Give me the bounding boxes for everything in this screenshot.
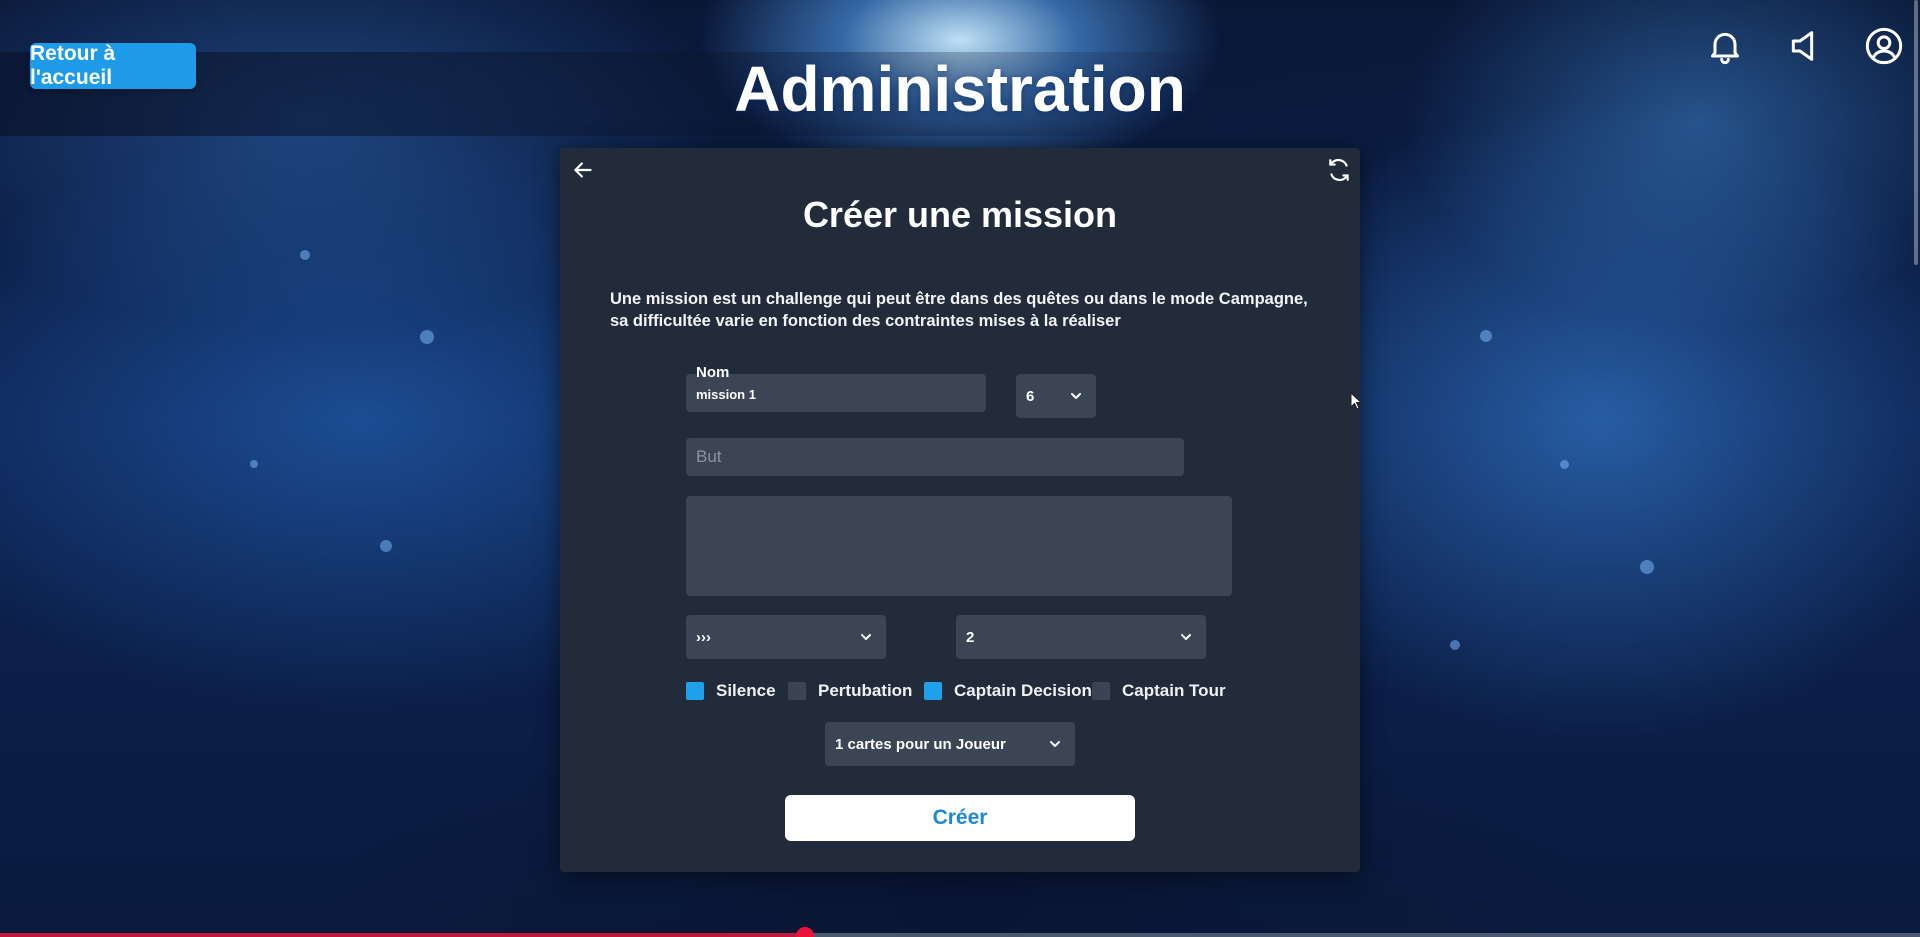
pertubation-label: Pertubation bbox=[818, 681, 913, 700]
create-button[interactable]: Créer bbox=[785, 795, 1135, 841]
create-mission-panel: Créer une mission Une mission est un cha… bbox=[560, 148, 1360, 872]
level-select[interactable]: 6 bbox=[1016, 374, 1096, 418]
silence-checkbox[interactable]: Silence bbox=[686, 681, 776, 701]
mission-description-textarea[interactable] bbox=[686, 496, 1232, 596]
form-description: Une mission est un challenge qui peut êt… bbox=[610, 290, 1308, 330]
chevron-down-icon bbox=[1047, 736, 1063, 752]
captain-tour-label: Captain Tour bbox=[1122, 681, 1226, 700]
checkbox-box[interactable] bbox=[924, 682, 942, 700]
speaker-icon[interactable] bbox=[1785, 26, 1825, 66]
background-speck bbox=[300, 250, 310, 260]
checkbox-box[interactable] bbox=[1092, 682, 1110, 700]
captain-decision-checkbox[interactable]: Captain Decision bbox=[924, 681, 1092, 701]
arrow-left-icon[interactable] bbox=[570, 157, 596, 183]
form-title: Créer une mission bbox=[802, 194, 1118, 235]
page-title: Administration bbox=[734, 53, 1186, 125]
captain-decision-label: Captain Decision bbox=[954, 681, 1092, 700]
cards-select[interactable]: 1 cartes pour un Joueur bbox=[825, 722, 1075, 766]
name-label: Nom bbox=[696, 364, 730, 381]
background-speck bbox=[380, 540, 392, 552]
account-icon[interactable] bbox=[1864, 26, 1904, 66]
direction-select-value: ››› bbox=[696, 628, 711, 646]
mouse-cursor-icon bbox=[1350, 392, 1362, 410]
video-progress-bar[interactable] bbox=[0, 933, 1920, 937]
chevron-down-icon bbox=[858, 629, 874, 645]
checkbox-box[interactable] bbox=[788, 682, 806, 700]
checkbox-box[interactable] bbox=[686, 682, 704, 700]
silence-label: Silence bbox=[716, 681, 776, 700]
scrollbar[interactable] bbox=[1914, 0, 1918, 265]
background-speck bbox=[1640, 560, 1654, 574]
background-speck bbox=[420, 330, 434, 344]
goal-field[interactable] bbox=[686, 438, 1184, 476]
name-field[interactable]: Nom bbox=[686, 364, 986, 412]
direction-select[interactable]: ››› bbox=[686, 615, 886, 659]
background-speck bbox=[1450, 640, 1460, 650]
count-select-value: 2 bbox=[966, 628, 975, 646]
progress-handle[interactable] bbox=[796, 927, 814, 937]
cards-select-value: 1 cartes pour un Joueur bbox=[835, 735, 1006, 753]
count-select[interactable]: 2 bbox=[956, 615, 1206, 659]
name-input[interactable] bbox=[696, 387, 966, 402]
bell-icon[interactable] bbox=[1705, 26, 1745, 66]
pertubation-checkbox[interactable]: Pertubation bbox=[788, 681, 912, 701]
level-select-value: 6 bbox=[1026, 387, 1035, 405]
goal-input[interactable] bbox=[696, 447, 1166, 467]
chevron-down-icon bbox=[1178, 629, 1194, 645]
app-background: Retour à l'accueil Administration Créer … bbox=[0, 0, 1920, 937]
captain-tour-checkbox[interactable]: Captain Tour bbox=[1092, 681, 1226, 701]
refresh-icon[interactable] bbox=[1326, 157, 1352, 183]
chevron-down-icon bbox=[1068, 388, 1084, 404]
background-speck bbox=[250, 460, 258, 468]
background-speck bbox=[1480, 330, 1492, 342]
background-speck bbox=[1560, 460, 1569, 469]
